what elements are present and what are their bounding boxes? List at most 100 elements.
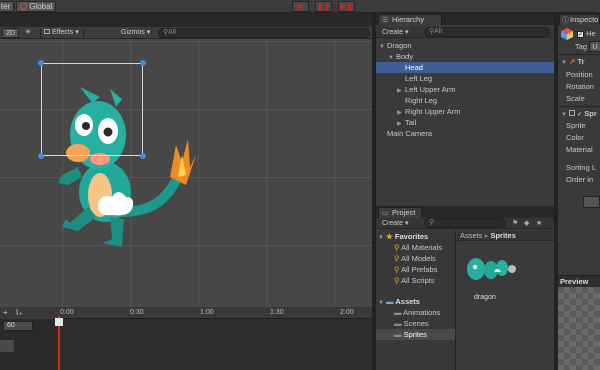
star-icon[interactable]: ★ — [536, 219, 542, 227]
sprite-renderer-label: Spr — [584, 109, 597, 118]
timeline-track[interactable] — [58, 319, 372, 370]
favorite-all-materials[interactable]: ⚲ All Materials — [394, 242, 442, 253]
gizmos-dropdown[interactable]: Gizmos ▾ — [118, 28, 153, 38]
folder-scenes[interactable]: ▬ Scenes — [394, 318, 429, 329]
sun-icon: ✳ — [25, 29, 31, 36]
checkbox-icon[interactable]: ✓ — [577, 112, 582, 118]
divider — [558, 106, 600, 107]
inspector-tabbar: ⓘ Inspecto — [558, 13, 600, 25]
hierarchy-search-input[interactable]: ⚲All — [424, 27, 550, 37]
add-event-icon[interactable]: I₊ — [16, 308, 22, 317]
playhead-handle[interactable] — [55, 318, 63, 326]
lighting-toggle[interactable]: ✳ — [22, 28, 34, 38]
timeline-ruler[interactable]: 0:00 0:30 1:00 1:30 2:00 — [58, 307, 372, 319]
favorites-header[interactable]: ▼ ★ Favorites — [378, 231, 428, 242]
resize-handle[interactable] — [140, 60, 146, 66]
hierarchy-item[interactable]: ▼ Body — [376, 51, 554, 62]
expand-arrow-icon: ▼ — [378, 235, 384, 241]
create-dropdown[interactable]: Create ▾ — [382, 28, 408, 36]
tab-hierarchy[interactable]: ☰ Hierarchy — [378, 14, 442, 25]
filter-label-icon[interactable]: ◆ — [524, 219, 529, 227]
filter-type-icon[interactable]: ⚑ — [512, 219, 518, 227]
scene-view[interactable] — [0, 27, 372, 307]
info-icon: ⓘ — [562, 17, 569, 24]
tab-inspector[interactable]: ⓘ Inspecto — [559, 14, 600, 25]
hierarchy-item[interactable]: Right Leg — [376, 95, 554, 106]
project-search-input[interactable]: ⚲ — [424, 218, 506, 228]
play-icon: ▶ — [297, 2, 304, 11]
resize-handle[interactable] — [38, 60, 44, 66]
breadcrumb-root[interactable]: Assets — [460, 231, 483, 240]
favorite-all-prefabs[interactable]: ⚲ All Prefabs — [394, 264, 437, 275]
star-icon: ★ — [386, 232, 393, 241]
preview-header[interactable]: Preview — [558, 275, 600, 287]
tag-dropdown[interactable]: U — [589, 41, 600, 52]
hierarchy-item[interactable]: ▶ Left Upper Arm — [376, 84, 554, 95]
hierarchy-item[interactable]: ▶ Tail — [376, 117, 554, 128]
scene-search-placeholder: All — [168, 29, 176, 36]
search-icon: ⚲ — [394, 265, 400, 274]
tag-label: Tag — [575, 42, 588, 51]
preview-label: Preview — [560, 277, 589, 286]
active-checkbox[interactable]: ✓ He — [577, 29, 596, 38]
asset-dragon-thumbnail[interactable] — [464, 254, 516, 284]
play-button[interactable]: ▶ — [292, 1, 309, 12]
step-button[interactable]: ▶❚ — [338, 1, 355, 12]
favorite-all-models[interactable]: ⚲ All Models — [394, 253, 436, 264]
tick-label: 1:00 — [200, 309, 214, 316]
hierarchy-item[interactable]: Left Leg — [376, 73, 554, 84]
asset-dragon-label[interactable]: dragon — [474, 294, 496, 301]
project-create-dropdown[interactable]: Create ▾ — [382, 219, 408, 227]
favorite-label: All Scripts — [401, 276, 435, 285]
color-label: Color — [566, 133, 584, 142]
hierarchy-item-label: Dragon — [387, 41, 412, 50]
favorites-label: Favorites — [394, 232, 429, 241]
image-icon — [44, 29, 50, 34]
favorite-label: All Prefabs — [401, 265, 438, 274]
hierarchy-item[interactable]: ▶ Right Upper Arm — [376, 106, 554, 117]
tick-label: 0:00 — [60, 309, 74, 316]
hierarchy-item[interactable]: ▼ Dragon — [376, 40, 554, 51]
global-local-toggle[interactable]: Global — [16, 1, 57, 12]
add-key-icon[interactable]: + — [3, 308, 8, 317]
effects-dropdown[interactable]: Effects ▾ — [40, 28, 84, 38]
2d-toggle[interactable]: 2D — [2, 28, 19, 38]
gizmos-label: Gizmos — [121, 29, 145, 36]
favorite-all-scripts[interactable]: ⚲ All Scripts — [394, 275, 435, 286]
add-component-button[interactable] — [583, 196, 600, 208]
hierarchy-item[interactable]: Head — [376, 62, 554, 73]
breadcrumb-current[interactable]: Sprites — [490, 231, 515, 240]
dragon-thumbnail-icon — [467, 258, 516, 280]
resize-handle[interactable] — [38, 153, 44, 159]
frame-field[interactable]: 60 — [3, 321, 33, 331]
pause-button[interactable]: ❚❚ — [315, 1, 332, 12]
search-icon: ⚲ — [394, 254, 400, 263]
folder-sprites[interactable]: ▬ Sprites — [376, 329, 455, 340]
hierarchy-item-label: Body — [396, 52, 414, 61]
gameobject-cube-icon — [561, 28, 573, 40]
preview-area — [558, 287, 600, 370]
sprite-renderer-header[interactable]: ▼ ✓ Spr — [561, 109, 597, 118]
transform-header[interactable]: ▼ ↗ Tr — [561, 57, 585, 66]
timeline-scroll-button[interactable] — [0, 340, 14, 352]
expand-arrow-icon: ▼ — [378, 300, 384, 306]
hierarchy-item-label: Right Leg — [405, 96, 438, 105]
scene-search-input[interactable]: ⚲All — [158, 28, 370, 38]
favorite-label: All Materials — [401, 243, 443, 252]
hierarchy-search-placeholder: All — [434, 28, 442, 35]
pivot-center-toggle[interactable]: ter — [0, 1, 15, 12]
2d-label: 2D — [6, 30, 15, 37]
assets-header[interactable]: ▼ ▬ Assets — [378, 296, 420, 307]
global-label: Global — [29, 2, 53, 11]
scale-label: Scale — [566, 94, 585, 103]
tab-project[interactable]: ▭ Project — [378, 207, 422, 218]
project-tabbar: ▭ Project — [376, 206, 554, 218]
name-field[interactable]: He — [586, 29, 596, 38]
selection-rect[interactable] — [41, 63, 143, 156]
list-icon: ☰ — [382, 17, 389, 24]
tick-label: 2:00 — [340, 309, 354, 316]
resize-handle[interactable] — [140, 153, 146, 159]
folder-icon: ▬ — [394, 319, 402, 328]
hierarchy-item[interactable]: Main Camera — [376, 128, 554, 139]
folder-animations[interactable]: ▬ Animations — [394, 307, 440, 318]
